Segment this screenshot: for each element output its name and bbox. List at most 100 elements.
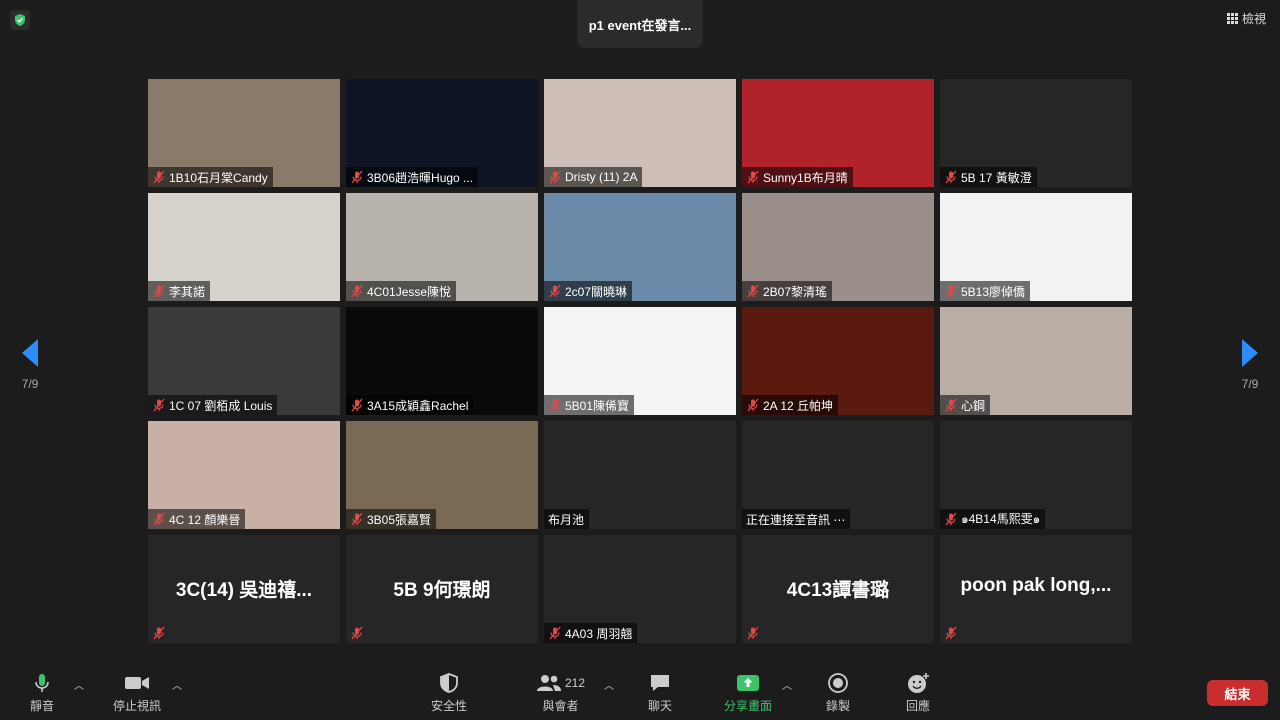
participant-nametag: 1C 07 劉栢成 Louis [148, 395, 278, 415]
participant-nametag: 5B 17 黃敏澄 [940, 167, 1037, 187]
participant-name: 1C 07 劉栢成 Louis [169, 398, 273, 413]
mic-muted-icon [153, 398, 165, 412]
record-button[interactable]: 錄製 [826, 672, 850, 714]
participant-tile[interactable]: 5B 17 黃敏澄 [940, 79, 1132, 187]
encryption-shield-icon[interactable] [10, 10, 30, 30]
zoom-meeting-window: p1 event在發言... 檢視 7/9 7/9 1B10石月棠Candy 3B… [0, 0, 1280, 720]
participant-nametag: 2c07關曉琳 [544, 281, 633, 301]
participant-nametag: ๑4B14馬熙雯๑ [940, 509, 1046, 529]
meeting-title[interactable]: p1 event在發言... [577, 0, 703, 48]
audio-options-caret[interactable]: ︿ [74, 677, 84, 692]
arrow-left-icon [22, 339, 38, 367]
mic-muted-icon [549, 284, 561, 298]
participant-tile[interactable]: 2c07關曉琳 [544, 193, 736, 301]
video-camera-icon [125, 677, 149, 689]
participant-name: 李其諾 [169, 284, 206, 299]
mic-muted-icon [945, 170, 957, 184]
mic-muted-icon [351, 170, 363, 184]
participant-tile[interactable]: 正在連接至音訊 ⋯ [742, 421, 934, 529]
participant-tile[interactable]: 李其諾 [148, 193, 340, 301]
participant-name: 2B07黎清瑤 [763, 284, 828, 299]
security-button[interactable]: 安全性 [431, 672, 467, 714]
arrow-right-icon [1242, 339, 1258, 367]
previous-page-button[interactable]: 7/9 [0, 320, 60, 410]
stop-video-label: 停止視訊 [113, 699, 162, 713]
share-screen-button[interactable]: 分享畫面 [724, 672, 772, 714]
participant-nametag: 正在連接至音訊 ⋯ [742, 509, 851, 529]
participant-nametag: 5B01陳俙寶 [544, 395, 635, 415]
participant-tile[interactable]: 5B01陳俙寶 [544, 307, 736, 415]
participant-name: ๑4B14馬熙雯๑ [961, 511, 1041, 526]
participant-name: 4A03 周羽翹 [565, 626, 633, 641]
mic-muted-icon [945, 626, 957, 640]
participant-tile[interactable]: Sunny1B布月晴 [742, 79, 934, 187]
participant-tile[interactable]: 5B 9何璟朗 [346, 535, 538, 643]
stop-video-button[interactable]: 停止視訊 [113, 672, 161, 714]
participants-icon [537, 675, 561, 691]
mic-muted-icon [351, 284, 363, 298]
participant-nametag: 4C 12 顏樂晉 [148, 509, 246, 529]
participant-nametag: 李其諾 [148, 281, 211, 301]
participant-name: 5B 17 黃敏澄 [961, 170, 1032, 185]
participant-nametag: Sunny1B布月晴 [742, 167, 853, 187]
participant-tile[interactable]: 3A15成穎鑫Rachel [346, 307, 538, 415]
mute-button[interactable]: 靜音 [30, 672, 54, 714]
participant-name: 3B05張嘉賢 [367, 512, 432, 527]
participant-nametag [346, 623, 372, 643]
mic-muted-icon [549, 626, 561, 640]
mic-muted-icon [153, 512, 165, 526]
participant-display-name: 3C(14) 吳迪禧... [175, 580, 313, 601]
participants-button[interactable]: 212 與會者 [536, 672, 585, 714]
participant-tile[interactable]: 2B07黎清瑤 [742, 193, 934, 301]
participant-tile[interactable]: 4C 12 顏樂晉 [148, 421, 340, 529]
microphone-icon [35, 674, 49, 692]
participant-nametag: 2A 12 丘帕坤 [742, 395, 839, 415]
participant-tile[interactable]: 1B10石月棠Candy [148, 79, 340, 187]
mic-muted-icon [747, 626, 759, 640]
end-meeting-button[interactable]: 結束 [1207, 680, 1268, 706]
next-page-button[interactable]: 7/9 [1220, 320, 1280, 410]
participant-nametag: Dristy (11) 2A [544, 167, 643, 187]
participant-nametag [940, 623, 966, 643]
participant-nametag: 3A15成穎鑫Rachel [346, 395, 474, 415]
participant-display-name: poon pak long,... [960, 575, 1112, 596]
participant-tile[interactable]: Dristy (11) 2A [544, 79, 736, 187]
participant-nametag: 4C01Jesse陳悅 [346, 281, 457, 301]
mic-muted-icon [351, 626, 363, 640]
participant-tile[interactable]: 3B05張嘉賢 [346, 421, 538, 529]
reactions-label: 回應 [906, 699, 931, 713]
participant-nametag: 布月池 [544, 509, 590, 529]
participants-options-caret[interactable]: ︿ [604, 677, 614, 692]
video-options-caret[interactable]: ︿ [172, 677, 182, 692]
mic-muted-icon [747, 170, 759, 184]
participant-tile[interactable]: 心鋼 [940, 307, 1132, 415]
participant-name: 2A 12 丘帕坤 [763, 398, 834, 413]
mic-muted-icon [747, 398, 759, 412]
participants-label: 與會者 [542, 699, 579, 713]
reactions-button[interactable]: 回應 [906, 672, 930, 714]
participant-tile[interactable]: 1C 07 劉栢成 Louis [148, 307, 340, 415]
end-meeting-label: 結束 [1224, 686, 1251, 702]
chat-icon [651, 675, 669, 691]
participant-tile[interactable]: 2A 12 丘帕坤 [742, 307, 934, 415]
participant-tile[interactable]: 3C(14) 吳迪禧... [148, 535, 340, 643]
participant-name: 布月池 [548, 512, 585, 527]
mic-muted-icon [945, 398, 957, 412]
participant-nametag: 4A03 周羽翹 [544, 623, 638, 643]
participant-tile[interactable]: 4C13譚書璐 [742, 535, 934, 643]
share-screen-icon [737, 675, 759, 691]
participant-name: 5B01陳俙寶 [565, 398, 630, 413]
participant-tile[interactable]: 4A03 周羽翹 [544, 535, 736, 643]
chat-button[interactable]: 聊天 [648, 672, 672, 714]
page-indicator-right: 7/9 [1241, 377, 1259, 391]
share-options-caret[interactable]: ︿ [782, 677, 792, 692]
participant-tile[interactable]: 4C01Jesse陳悅 [346, 193, 538, 301]
participant-tile[interactable]: ๑4B14馬熙雯๑ [940, 421, 1132, 529]
participant-tile[interactable]: 5B13廖倬僑 [940, 193, 1132, 301]
participant-tile[interactable]: poon pak long,... [940, 535, 1132, 643]
participant-tile[interactable]: 3B06趙浩暉Hugo ... [346, 79, 538, 187]
participant-nametag: 2B07黎清瑤 [742, 281, 833, 301]
chat-label: 聊天 [648, 699, 673, 713]
participant-tile[interactable]: 布月池 [544, 421, 736, 529]
view-button[interactable]: 檢視 [1226, 8, 1266, 28]
